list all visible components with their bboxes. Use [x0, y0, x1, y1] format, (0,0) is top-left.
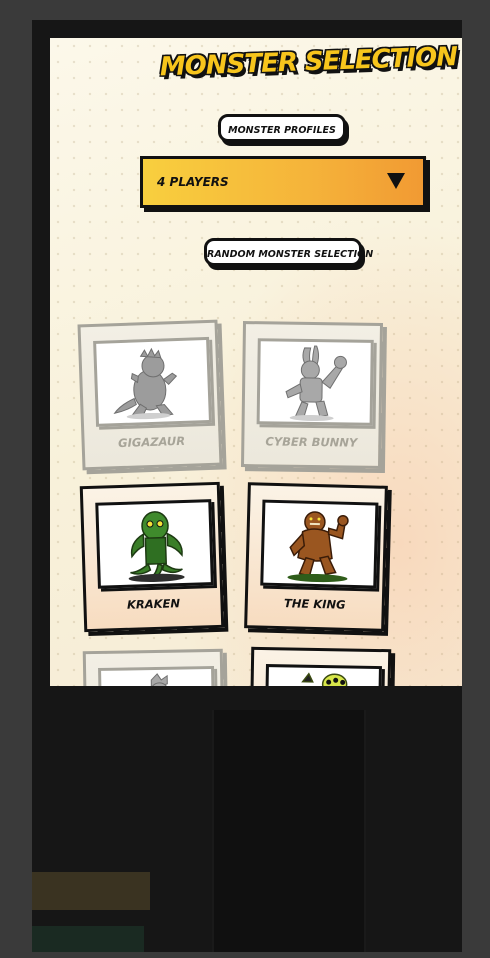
player-count-value: 4 PLAYERS: [157, 175, 229, 189]
kraken-portrait: [95, 499, 214, 589]
modal-title: MONSTER SELECTION: [159, 42, 458, 83]
cyber-bunny-portrait: [256, 338, 374, 426]
monster-card-cyber-bunny[interactable]: CYBER BUNNY: [240, 321, 384, 469]
random-monster-selection-button[interactable]: RANDOM MONSTER SELECTION: [204, 238, 373, 266]
monster-name: THE KING: [283, 596, 346, 612]
monster-name: CYBER BUNNY: [265, 434, 358, 450]
monster-profiles-button[interactable]: MONSTER PROFILES: [218, 114, 346, 142]
monster-card[interactable]: [248, 646, 392, 686]
monster-card[interactable]: [82, 648, 226, 686]
monster-name: KRAKEN: [126, 596, 181, 612]
monster-icon: [149, 673, 169, 686]
the-king-icon: [287, 511, 349, 583]
background-button: [32, 926, 144, 952]
alien-monster-icon: [301, 672, 348, 686]
monster-card-the-king[interactable]: THE KING: [244, 482, 388, 632]
player-count-select[interactable]: 4 PLAYERS: [140, 156, 426, 208]
monster-portrait: [98, 665, 216, 686]
cyber-bunny-icon: [285, 345, 347, 422]
gigazaur-portrait: [93, 336, 213, 427]
monster-portrait: [264, 664, 382, 686]
monster-name: GIGAZAUR: [117, 433, 186, 451]
background-panel: [212, 710, 366, 952]
kraken-icon: [128, 511, 185, 582]
background-button: [32, 872, 150, 910]
monster-card-kraken[interactable]: KRAKEN: [79, 481, 225, 633]
monster-selection-modal: MONSTER SELECTION MONSTER PROFILES 4 PLA…: [50, 38, 462, 686]
the-king-portrait: [260, 499, 379, 589]
dropdown-arrow-icon: [387, 173, 405, 189]
monster-card-gigazaur[interactable]: GIGAZAUR: [77, 319, 223, 471]
gigazaur-icon: [113, 347, 178, 420]
